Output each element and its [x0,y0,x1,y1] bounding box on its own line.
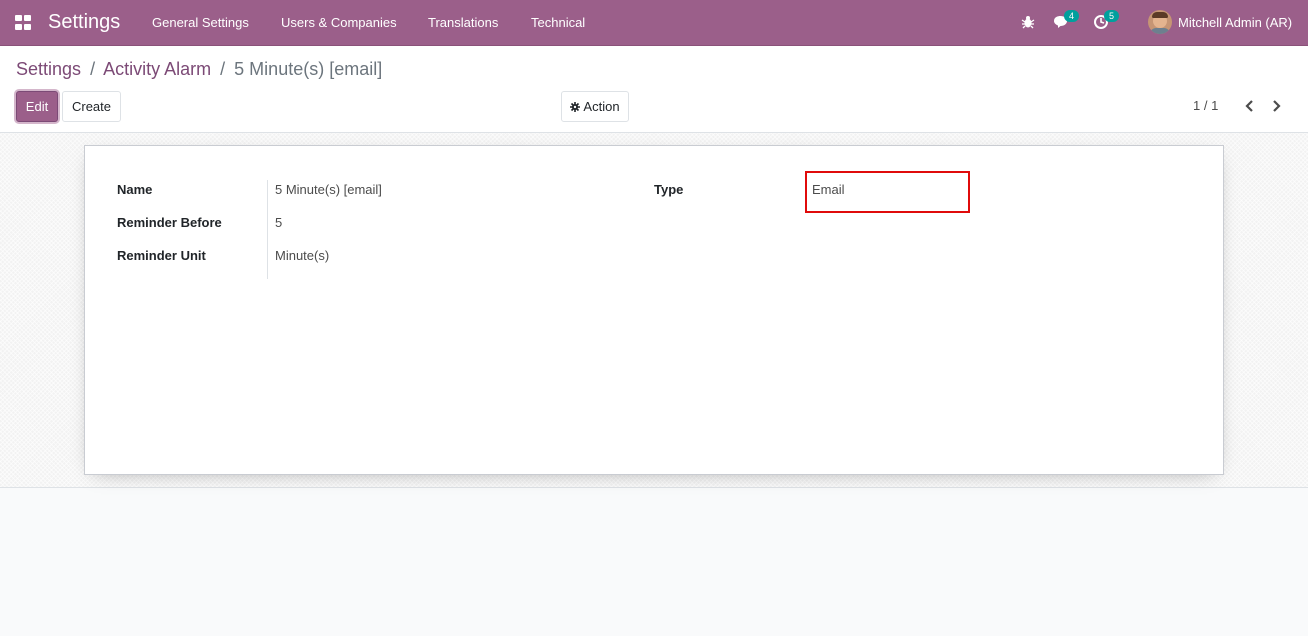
name-label: Name [117,182,153,197]
user-menu[interactable]: Mitchell Admin (AR) [1148,10,1292,34]
menu-translations[interactable]: Translations [428,15,498,30]
reminder-unit-label: Reminder Unit [117,248,206,263]
chat-messages-icon[interactable]: 4 [1053,10,1079,32]
user-name: Mitchell Admin (AR) [1178,14,1293,30]
breadcrumb-current: 5 Minute(s) [email] [234,59,383,79]
name-value: 5 Minute(s) [email] [275,182,382,197]
edit-button[interactable]: Edit [16,91,58,122]
type-highlight-box [805,171,970,213]
type-label: Type [654,182,684,197]
breadcrumb: Settings / Activity Alarm / 5 Minute(s) … [16,59,382,80]
field-divider [267,180,268,279]
menu-general-settings[interactable]: General Settings [152,15,249,30]
reminder-unit-value: Minute(s) [275,248,330,263]
chat-count-badge: 4 [1064,10,1079,22]
breadcrumb-separator: / [220,59,226,79]
breadcrumb-activity-alarm[interactable]: Activity Alarm [103,59,211,79]
action-button[interactable]: Action [561,91,629,122]
breadcrumb-settings[interactable]: Settings [16,59,81,79]
debug-bug-icon[interactable] [1021,15,1039,33]
create-button[interactable]: Create [62,91,121,122]
pager-next-icon[interactable] [1269,97,1287,115]
form-sheet: Name 5 Minute(s) [email] Reminder Before… [84,145,1224,475]
pager-previous-icon[interactable] [1241,97,1259,115]
reminder-before-label: Reminder Before [117,215,222,230]
reminder-before-value: 5 [275,215,283,230]
breadcrumb-separator: / [90,59,96,79]
activity-clock-icon[interactable]: 5 [1093,10,1119,32]
avatar [1148,10,1172,34]
activity-count-badge: 5 [1104,10,1119,22]
gear-icon [570,100,581,115]
apps-menu-icon[interactable] [15,15,33,31]
pager-value[interactable]: 1 / 1 [1193,98,1218,113]
main-navbar: Settings General Settings Users & Compan… [0,0,1308,46]
menu-users-companies[interactable]: Users & Companies [281,15,397,30]
app-brand[interactable]: Settings [48,11,120,34]
action-label: Action [583,99,620,114]
control-panel: Settings / Activity Alarm / 5 Minute(s) … [0,46,1308,133]
menu-technical[interactable]: Technical [531,15,585,30]
